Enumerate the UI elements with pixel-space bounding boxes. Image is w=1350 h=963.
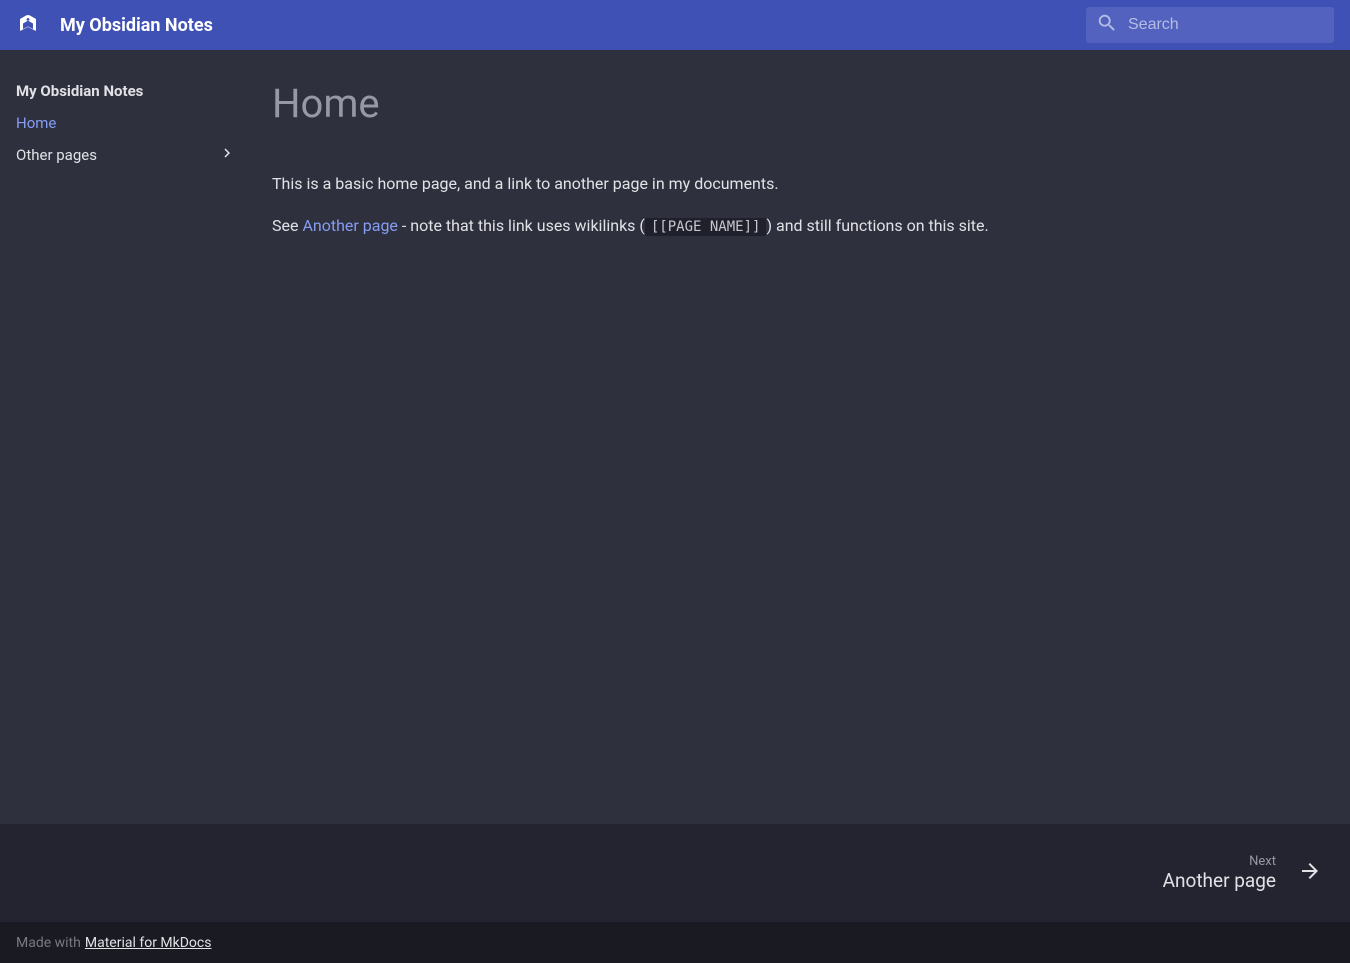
body: My Obsidian Notes Home Other pages Home …	[0, 50, 1350, 824]
made-with-text: Made with	[16, 935, 81, 951]
book-icon[interactable]	[16, 13, 40, 37]
arrow-right-icon	[1298, 859, 1322, 887]
footer-nav: Next Another page	[0, 824, 1350, 922]
sidebar: My Obsidian Notes Home Other pages	[0, 50, 248, 824]
next-page-link[interactable]: Next Another page	[1163, 854, 1322, 892]
next-label: Next	[1163, 854, 1276, 869]
chevron-right-icon	[218, 144, 236, 166]
page-title: Home	[272, 80, 1044, 127]
sidebar-item-label: Home	[16, 114, 56, 132]
sidebar-title: My Obsidian Notes	[16, 74, 236, 108]
inline-code: [[PAGE NAME]]	[645, 218, 767, 236]
app-title: My Obsidian Notes	[60, 15, 1066, 36]
search-box[interactable]	[1086, 7, 1334, 43]
footer-meta: Made with Material for MkDocs	[0, 922, 1350, 963]
next-title: Another page	[1163, 869, 1276, 892]
search-input[interactable]	[1128, 16, 1335, 34]
paragraph: This is a basic home page, and a link to…	[272, 171, 1044, 197]
link-another-page[interactable]: Another page	[302, 216, 397, 235]
text: See	[272, 216, 302, 235]
sidebar-item-label: Other pages	[16, 146, 97, 164]
text: ) and still functions on this site.	[766, 216, 988, 235]
page-body: This is a basic home page, and a link to…	[272, 171, 1044, 238]
text: - note that this link uses wikilinks (	[398, 216, 645, 235]
generator-link[interactable]: Material for MkDocs	[85, 935, 212, 951]
sidebar-item-other-pages[interactable]: Other pages	[16, 138, 236, 172]
paragraph: See Another page - note that this link u…	[272, 213, 1044, 239]
search-icon	[1096, 12, 1118, 38]
sidebar-item-home[interactable]: Home	[16, 108, 236, 138]
main-content: Home This is a basic home page, and a li…	[248, 50, 1068, 824]
app-header: My Obsidian Notes	[0, 0, 1350, 50]
next-text: Next Another page	[1163, 854, 1276, 892]
